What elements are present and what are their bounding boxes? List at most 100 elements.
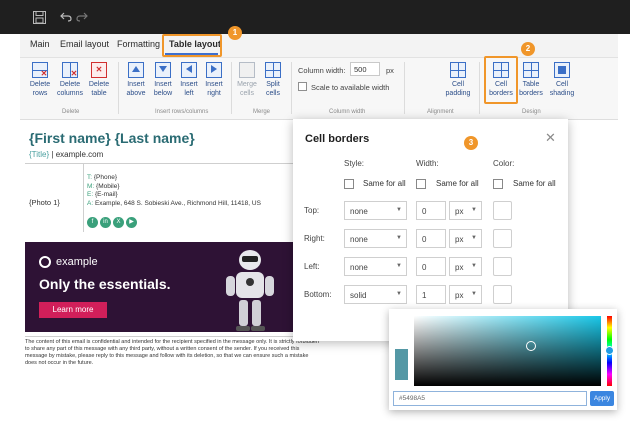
insert-above-button[interactable]: Insert above [123, 62, 149, 98]
bottom-style-value: solid [350, 291, 367, 300]
delete-columns-button[interactable]: ✕ Delete columns [55, 62, 85, 98]
style-header: Style: [344, 159, 365, 168]
delete-table-button[interactable]: ✕ Delete table [86, 62, 112, 98]
undo-icon[interactable] [58, 9, 74, 25]
group-column-width-label: Column width [329, 109, 366, 115]
facebook-icon[interactable]: f [87, 217, 98, 228]
top-width-input[interactable]: 0 [416, 201, 446, 220]
banner-logo: example [39, 256, 98, 269]
left-color-swatch[interactable] [493, 257, 512, 276]
ribbon-separator [404, 62, 405, 114]
split-cells-button[interactable]: Split cells [261, 62, 285, 98]
cell-shading-icon [554, 62, 570, 78]
left-style-value: none [350, 263, 368, 272]
contact-key: A: [87, 199, 94, 207]
highlight-table-layout [162, 34, 222, 57]
group-design-label: Design [522, 109, 541, 115]
right-style-select[interactable]: none ▼ [344, 229, 407, 248]
left-unit-select[interactable]: px ▼ [449, 257, 482, 276]
cell-shading-button[interactable]: Cell shading [547, 62, 577, 98]
group-alignment-label: Alignment [427, 109, 454, 115]
color-selector-handle[interactable] [526, 341, 536, 351]
robot-image [226, 250, 274, 331]
contact-phone[interactable]: T: {Phone} [87, 174, 261, 183]
social-icons: f in X ▶ [87, 216, 139, 228]
top-color-swatch[interactable] [493, 201, 512, 220]
title-bar [0, 0, 630, 34]
merge-cells-button[interactable]: Merge cells [235, 62, 259, 98]
tab-email-layout[interactable]: Email layout [60, 39, 109, 49]
delete-rows-icon: ✕ [32, 62, 48, 78]
x-icon[interactable]: X [113, 217, 124, 228]
right-color-swatch[interactable] [493, 229, 512, 248]
width-same-label: Same for all [436, 179, 479, 188]
close-icon[interactable]: ✕ [545, 131, 556, 144]
ribbon: ✕ Delete rows ✕ Delete columns ✕ Delete … [20, 58, 618, 120]
column-width-input[interactable]: 500 [350, 62, 380, 76]
bottom-unit-value: px [455, 291, 464, 300]
contact-mobile[interactable]: M: {Mobile} [87, 183, 261, 192]
ribbon-separator [118, 62, 119, 114]
tab-formatting[interactable]: Formatting [117, 39, 160, 49]
chevron-down-icon: ▼ [396, 207, 402, 213]
insert-right-label: Insert right [205, 81, 223, 97]
save-icon[interactable] [31, 9, 47, 25]
insert-above-label: Insert above [126, 81, 146, 97]
delete-table-icon: ✕ [91, 62, 107, 78]
right-width-input[interactable]: 0 [416, 229, 446, 248]
contact-value: {Phone} [93, 174, 118, 181]
current-color-preview [395, 349, 408, 380]
contact-list: T: {Phone} M: {Mobile} E: {E-mail} A: Ex… [87, 174, 261, 208]
scale-label: Scale to available width [311, 83, 390, 92]
learn-more-button[interactable]: Learn more [39, 302, 107, 318]
scale-checkbox[interactable] [298, 82, 307, 91]
bottom-style-select[interactable]: solid ▼ [344, 285, 407, 304]
promo-banner[interactable]: example Only the essentials. Learn more [25, 242, 320, 332]
linkedin-icon[interactable]: in [100, 217, 111, 228]
cell-padding-button[interactable]: Cell padding [442, 62, 474, 98]
insert-below-button[interactable]: Insert below [150, 62, 176, 98]
right-unit-select[interactable]: px ▼ [449, 229, 482, 248]
color-same-label: Same for all [513, 179, 556, 188]
insert-above-icon [128, 62, 144, 78]
bottom-unit-select[interactable]: px ▼ [449, 285, 482, 304]
insert-right-button[interactable]: Insert right [201, 62, 227, 98]
chevron-down-icon: ▼ [396, 235, 402, 241]
disclaimer-text[interactable]: The content of this email is confidentia… [25, 336, 320, 367]
saturation-value-area[interactable] [414, 316, 601, 386]
style-same-checkbox[interactable] [344, 179, 354, 189]
width-same-checkbox[interactable] [416, 179, 426, 189]
bottom-width-input[interactable]: 1 [416, 285, 446, 304]
hue-slider-handle[interactable] [605, 346, 614, 355]
signature-name[interactable]: {First name} {Last name} [29, 130, 195, 146]
left-width-input[interactable]: 0 [416, 257, 446, 276]
insert-left-button[interactable]: Insert left [177, 62, 201, 98]
contact-address[interactable]: A: Example, 648 S. Sobieski Ave., Richmo… [87, 200, 261, 209]
youtube-icon[interactable]: ▶ [126, 217, 137, 228]
table-borders-button[interactable]: Table borders [517, 62, 545, 98]
photo-placeholder[interactable]: {Photo 1} [29, 198, 60, 207]
insert-below-label: Insert below [153, 81, 173, 97]
group-merge-label: Merge [253, 109, 271, 115]
contact-email[interactable]: E: {E-mail} [87, 191, 261, 200]
top-unit-select[interactable]: px ▼ [449, 201, 482, 220]
width-header: Width: [416, 159, 439, 168]
left-style-select[interactable]: none ▼ [344, 257, 407, 276]
callout-3: 3 [464, 136, 478, 150]
redo-icon[interactable] [74, 9, 90, 25]
tab-main[interactable]: Main [30, 39, 50, 49]
top-style-select[interactable]: none ▼ [344, 201, 407, 220]
table-borders-icon [523, 62, 539, 78]
delete-rows-button[interactable]: ✕ Delete rows [25, 62, 55, 98]
banner-logo-text: example [56, 256, 98, 268]
split-cells-label: Split cells [265, 81, 280, 97]
contact-key: M: [87, 182, 95, 190]
group-insert-label: Insert rows/columns [155, 109, 209, 115]
cell-shading-label: Cell shading [549, 81, 575, 97]
hex-color-input[interactable]: #5498A5 [393, 391, 587, 406]
contact-value: Example, 648 S. Sobieski Ave., Richmond … [94, 199, 261, 207]
apply-button[interactable]: Apply [590, 391, 614, 406]
color-same-checkbox[interactable] [493, 179, 503, 189]
bottom-color-swatch[interactable] [493, 285, 512, 304]
signature-title-line[interactable]: {Title} | example.com [29, 150, 103, 159]
